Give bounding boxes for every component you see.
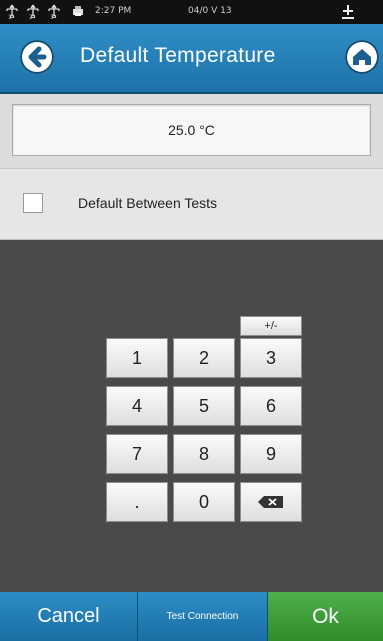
default-between-tests-row[interactable]: Default Between Tests bbox=[0, 168, 383, 240]
key-5[interactable]: 5 bbox=[173, 386, 235, 426]
ok-button[interactable]: Ok bbox=[268, 592, 383, 641]
sign-toggle-key[interactable]: +/- bbox=[240, 316, 302, 336]
page-title: Default Temperature bbox=[80, 44, 276, 67]
back-arrow-icon bbox=[28, 46, 47, 68]
usb-icon: 2 bbox=[25, 4, 41, 21]
usb-icon: 1 bbox=[4, 4, 20, 21]
key-3[interactable]: 3 bbox=[240, 338, 302, 378]
usb-icon: 3 bbox=[46, 4, 62, 21]
usb-port-number: 1 bbox=[8, 14, 12, 21]
home-button[interactable] bbox=[345, 40, 379, 74]
service-icon bbox=[338, 3, 358, 21]
key-0[interactable]: 0 bbox=[173, 482, 235, 522]
title-bar: Default Temperature bbox=[0, 24, 383, 94]
backspace-key[interactable] bbox=[240, 482, 302, 522]
backspace-icon bbox=[258, 496, 283, 508]
key-7[interactable]: 7 bbox=[106, 434, 168, 474]
back-button[interactable] bbox=[20, 40, 54, 74]
cancel-button[interactable]: Cancel bbox=[0, 592, 138, 641]
numeric-keypad: +/- 1 2 3 4 5 6 7 8 9 . 0 bbox=[0, 240, 383, 590]
key-6[interactable]: 6 bbox=[240, 386, 302, 426]
key-decimal[interactable]: . bbox=[106, 482, 168, 522]
test-connection-button[interactable]: Test Connection bbox=[138, 592, 268, 641]
value-area: 25.0 °C bbox=[0, 94, 383, 168]
bottom-bar: Cancel Test Connection Ok bbox=[0, 592, 383, 641]
key-1[interactable]: 1 bbox=[106, 338, 168, 378]
status-time: 2:27 PM bbox=[95, 6, 132, 16]
default-between-tests-checkbox[interactable] bbox=[23, 193, 43, 213]
default-between-tests-label: Default Between Tests bbox=[78, 195, 218, 211]
home-icon bbox=[353, 49, 371, 65]
status-date: 04/0 V 13 bbox=[188, 6, 232, 16]
key-4[interactable]: 4 bbox=[106, 386, 168, 426]
key-9[interactable]: 9 bbox=[240, 434, 302, 474]
status-bar: 1 2 3 2:27 PM 04/0 V 13 bbox=[0, 0, 383, 24]
temperature-value-field[interactable]: 25.0 °C bbox=[12, 104, 371, 156]
usb-port-number: 3 bbox=[50, 14, 54, 21]
key-8[interactable]: 8 bbox=[173, 434, 235, 474]
key-2[interactable]: 2 bbox=[173, 338, 235, 378]
printer-icon bbox=[72, 5, 84, 17]
usb-port-number: 2 bbox=[29, 14, 33, 21]
